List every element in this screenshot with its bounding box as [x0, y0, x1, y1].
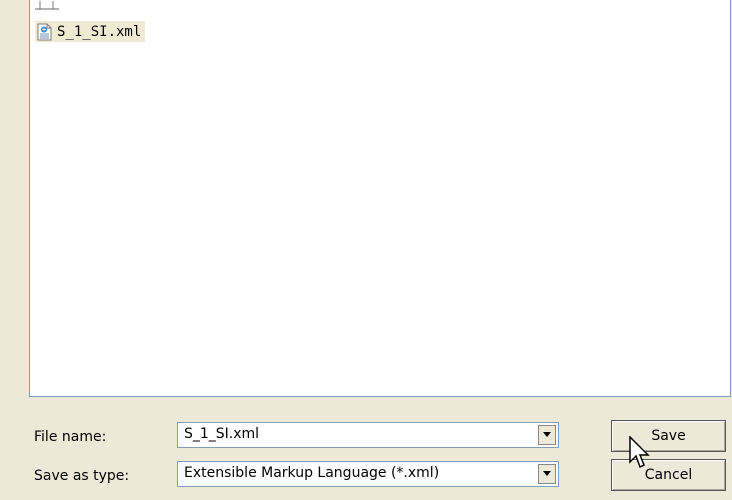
filename-dropdown-button[interactable] [538, 425, 556, 445]
mouse-cursor-icon [629, 436, 650, 469]
filename-input[interactable]: S_1_SI.xml [184, 426, 259, 442]
file-name-label: S_1_SI.xml [57, 23, 142, 40]
chevron-down-icon [543, 471, 551, 476]
filename-label: File name: [34, 429, 107, 445]
xml-file-icon [35, 23, 53, 41]
list-item[interactable]: S_1_SI.xml [35, 21, 146, 42]
save-type-select[interactable]: Extensible Markup Language (*.xml) [177, 461, 559, 487]
chevron-down-icon [543, 432, 551, 437]
file-list[interactable]: S_1_SI.xml [29, 0, 731, 397]
save-type-value: Extensible Markup Language (*.xml) [184, 465, 440, 481]
partial-file-item[interactable] [35, 0, 59, 10]
save-type-label: Save as type: [34, 468, 130, 484]
save-type-dropdown-button[interactable] [538, 464, 556, 484]
file-icon [35, 0, 59, 10]
filename-combobox[interactable]: S_1_SI.xml [177, 422, 559, 448]
